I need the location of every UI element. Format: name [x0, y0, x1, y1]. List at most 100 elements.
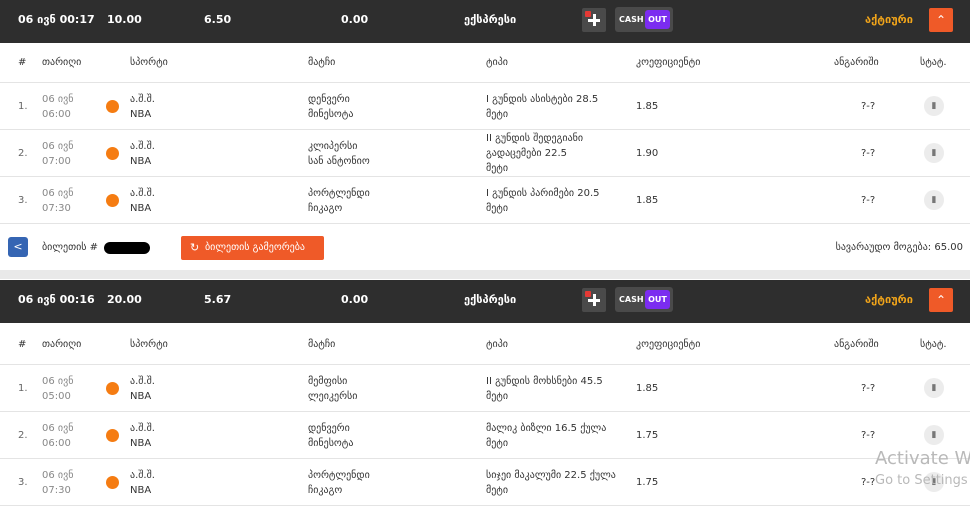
basketball-icon: [106, 100, 119, 113]
row-match[interactable]: დენვერი მინესოტა: [308, 421, 353, 451]
row-match[interactable]: მემფისი ლეიკერსი: [308, 374, 357, 404]
table-row: 3. 06 ივნ 07:30 ა.შ.შ. NBA პორტლენდი ჩიკაგო…: [0, 459, 970, 506]
cashout-cash-label: CASH: [619, 15, 644, 24]
row-sport: ა.შ.შ. NBA: [130, 141, 155, 167]
row-date: 06 ივნ 06:00: [42, 94, 74, 120]
collapse-button[interactable]: ⌃: [929, 8, 953, 32]
repeat-ticket-label: ბილეთის გამეორება: [205, 242, 306, 253]
col-sport: სპორტი: [130, 339, 168, 350]
row-odds: 1.85: [636, 101, 659, 112]
ticket-datetime: 06 ივნ 00:16: [18, 293, 95, 306]
row-odds: 1.85: [636, 195, 659, 206]
row-num: 3.: [18, 195, 28, 206]
ticket-status: აქტიური: [865, 293, 913, 306]
ticket-footer: < ბილეთის # ↻ ბილეთის გამეორება სავარაუდ…: [0, 225, 970, 271]
table-header: # თარიღი სპორტი მატჩი ტიპი კოეფიციენტი ა…: [0, 43, 970, 83]
row-date: 06 ივნ 05:00: [42, 376, 74, 402]
basketball-icon: [106, 476, 119, 489]
row-result: ?-?: [861, 148, 876, 159]
share-button[interactable]: <: [8, 237, 28, 257]
row-result: ?-?: [861, 101, 876, 112]
cashout-button[interactable]: CASH OUT: [615, 287, 673, 312]
row-match[interactable]: პორტლენდი ჩიკაგო: [308, 468, 370, 498]
estimated-win: სავარაუდო მოგება: 65.00: [835, 242, 963, 253]
red-badge-icon: [585, 11, 591, 17]
col-match: მატჩი: [308, 339, 336, 350]
basketball-icon: [106, 429, 119, 442]
row-bet-type: მალიკ ბიზლი 16.5 ქულა მეტი: [486, 423, 607, 449]
col-odds: კოეფიციენტი: [636, 339, 701, 350]
row-num: 2.: [18, 430, 28, 441]
stats-icon[interactable]: ▮: [924, 190, 944, 210]
share-icon: <: [13, 240, 23, 253]
watermark-title: Activate W: [875, 448, 970, 469]
chevron-up-icon: ⌃: [935, 13, 947, 27]
ticket-datetime: 06 ივნ 00:17: [18, 13, 95, 26]
add-to-slip-button[interactable]: [582, 8, 606, 32]
row-num: 1.: [18, 383, 28, 394]
row-num: 1.: [18, 101, 28, 112]
row-odds: 1.75: [636, 477, 659, 488]
row-num: 2.: [18, 148, 28, 159]
row-result: ?-?: [861, 195, 876, 206]
row-match[interactable]: კლიპერსი სან ანტონიო: [308, 139, 370, 169]
watermark-subtitle: Go to Settings: [875, 473, 968, 488]
row-odds: 1.85: [636, 383, 659, 394]
ticket-payout: 0.00: [341, 13, 369, 26]
collapse-button[interactable]: ⌃: [929, 288, 953, 312]
col-type: ტიპი: [486, 339, 508, 350]
row-bet-type: I გუნდის პარიმები 20.5 მეტი: [486, 188, 600, 214]
col-date: თარიღი: [42, 339, 82, 350]
table-row: 3. 06 ივნ 07:30 ა.შ.შ. NBA პორტლენდი ჩიკაგო…: [0, 177, 970, 224]
row-match[interactable]: პორტლენდი ჩიკაგო: [308, 186, 370, 216]
row-sport: ა.შ.შ. NBA: [130, 188, 155, 214]
col-date: თარიღი: [42, 57, 82, 68]
table-row: 2. 06 ივნ 06:00 ა.შ.შ. NBA დენვერი მინესოტა…: [0, 412, 970, 459]
table-row: 1. 06 ივნ 05:00 ა.შ.შ. NBA მემფისი ლეიკერსი…: [0, 365, 970, 412]
ticket-separator: [0, 270, 970, 279]
row-match[interactable]: დენვერი მინესოტა: [308, 92, 353, 122]
repeat-ticket-button[interactable]: ↻ ბილეთის გამეორება: [181, 236, 324, 260]
basketball-icon: [106, 147, 119, 160]
redacted-ticket-number: [104, 242, 150, 254]
stats-icon[interactable]: ▮: [924, 143, 944, 163]
ticket-bet-type: ექსპრესი: [464, 13, 517, 26]
chevron-up-icon: ⌃: [935, 293, 947, 307]
row-result: ?-?: [861, 477, 876, 488]
row-bet-type: II გუნდის მოხსნები 45.5 მეტი: [486, 376, 603, 402]
windows-activation-watermark: Activate W Go to Settings: [875, 448, 970, 490]
col-type: ტიპი: [486, 57, 508, 68]
cashout-out-label: OUT: [645, 290, 670, 309]
col-match: მატჩი: [308, 57, 336, 68]
row-date: 06 ივნ 06:00: [42, 423, 74, 449]
col-sport: სპორტი: [130, 57, 168, 68]
row-bet-type: სიჯეი მაკალუმი 22.5 ქულა მეტი: [486, 470, 616, 496]
ticket-status: აქტიური: [865, 13, 913, 26]
ticket-payout: 0.00: [341, 293, 369, 306]
row-result: ?-?: [861, 430, 876, 441]
table-row: 1. 06 ივნ 06:00 ა.შ.შ. NBA დენვერი მინესოტა…: [0, 83, 970, 130]
col-stat: სტატ.: [920, 57, 947, 68]
row-sport: ა.შ.შ. NBA: [130, 94, 155, 120]
cashout-cash-label: CASH: [619, 295, 644, 304]
row-result: ?-?: [861, 383, 876, 394]
ticket-bet-type: ექსპრესი: [464, 293, 517, 306]
ticket-header-bar: 06 ივნ 00:17 10.00 6.50 0.00 ექსპრესი CA…: [0, 0, 970, 43]
col-num: #: [18, 339, 27, 350]
row-date: 06 ივნ 07:00: [42, 141, 74, 167]
row-date: 06 ივნ 07:30: [42, 470, 74, 496]
ticket-total-odds: 5.67: [204, 293, 232, 306]
row-date: 06 ივნ 07:30: [42, 188, 74, 214]
stats-icon[interactable]: ▮: [924, 96, 944, 116]
cashout-button[interactable]: CASH OUT: [615, 7, 673, 32]
red-badge-icon: [585, 291, 591, 297]
ticket-header-bar: 06 ივნ 00:16 20.00 5.67 0.00 ექსპრესი CA…: [0, 280, 970, 323]
add-to-slip-button[interactable]: [582, 288, 606, 312]
row-sport: ა.შ.შ. NBA: [130, 376, 155, 402]
row-bet-type: I გუნდის ასისტები 28.5 მეტი: [486, 94, 599, 120]
stats-icon[interactable]: ▮: [924, 425, 944, 445]
row-sport: ა.შ.შ. NBA: [130, 470, 155, 496]
ticket-stake: 10.00: [107, 13, 142, 26]
stats-icon[interactable]: ▮: [924, 378, 944, 398]
col-odds: კოეფიციენტი: [636, 57, 701, 68]
